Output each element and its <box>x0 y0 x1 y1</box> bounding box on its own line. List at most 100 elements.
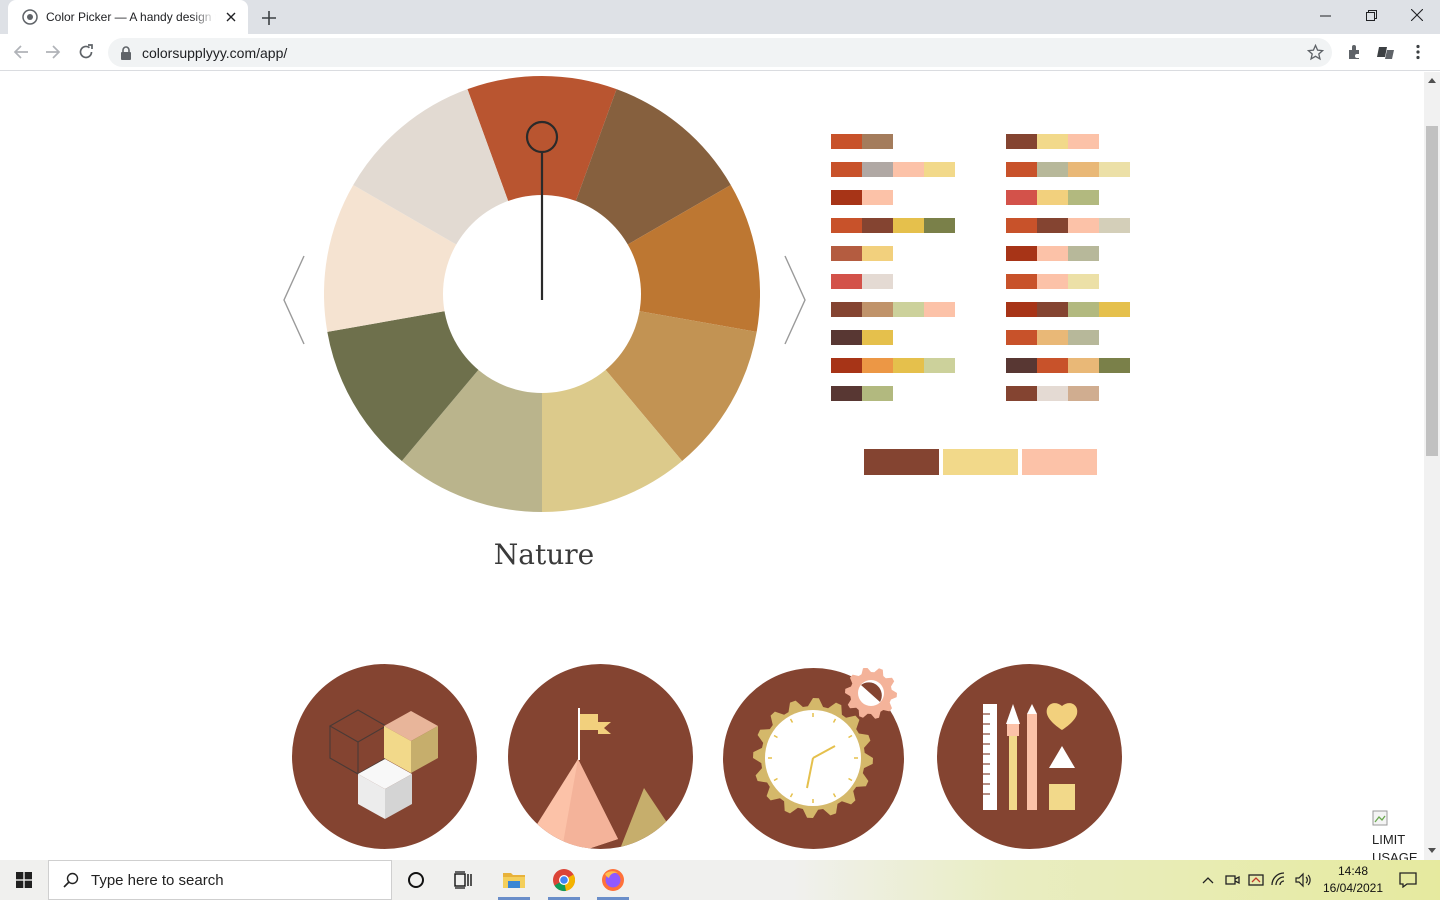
palette-swatch <box>862 274 893 289</box>
palette-swatch <box>862 358 893 373</box>
palette-row[interactable] <box>1006 386 1099 401</box>
extensions-icon[interactable] <box>1344 42 1364 62</box>
palette-swatch <box>1006 274 1037 289</box>
lock-icon <box>121 45 131 60</box>
palette-row[interactable] <box>831 358 955 373</box>
previous-theme-icon[interactable] <box>282 254 312 346</box>
palette-swatch <box>862 134 893 149</box>
palette-swatch <box>1068 190 1099 205</box>
file-explorer-icon[interactable] <box>490 860 538 900</box>
palette-swatch <box>831 386 862 401</box>
palette-swatch <box>862 330 893 345</box>
palette-swatch <box>862 302 893 317</box>
taskbar-clock[interactable]: 14:48 16/04/2021 <box>1318 863 1388 897</box>
palette-row[interactable] <box>831 134 893 149</box>
bookmark-star-icon[interactable] <box>1307 44 1324 61</box>
new-tab-button[interactable] <box>258 7 280 29</box>
volume-icon[interactable] <box>1294 870 1314 890</box>
clock-illustration <box>723 667 904 849</box>
taskbar-search-box[interactable]: Type here to search <box>48 860 392 900</box>
scrollbar-thumb[interactable] <box>1426 126 1438 456</box>
palette-row[interactable] <box>831 386 893 401</box>
next-theme-icon[interactable] <box>783 254 813 346</box>
palette-row[interactable] <box>1006 330 1099 345</box>
palette-row[interactable] <box>831 274 893 289</box>
url-text: colorsupplyyy.com/app/ <box>142 44 288 61</box>
cortana-icon[interactable] <box>392 860 440 900</box>
palette-swatch <box>1068 330 1099 345</box>
palette-swatch <box>1006 330 1037 345</box>
clock-time: 14:48 <box>1337 864 1369 878</box>
forward-icon[interactable] <box>40 39 66 65</box>
minimize-icon[interactable] <box>1302 0 1348 30</box>
palette-swatch <box>1037 330 1068 345</box>
palette-swatch <box>1006 162 1037 177</box>
palette-swatch <box>1099 358 1130 373</box>
palette-swatch <box>1068 134 1099 149</box>
chrome-icon[interactable] <box>540 860 588 900</box>
palette-row[interactable] <box>831 302 955 317</box>
wifi-icon[interactable] <box>1270 870 1290 890</box>
back-icon[interactable] <box>8 39 34 65</box>
palette-swatch <box>831 330 862 345</box>
palette-row[interactable] <box>1006 246 1099 261</box>
palette-swatch <box>924 358 955 373</box>
restore-icon[interactable] <box>1348 0 1394 30</box>
close-tab-icon[interactable] <box>222 8 240 26</box>
windows-taskbar: Type here to search 14:48 16/04/2021 <box>0 860 1440 900</box>
extension-icon[interactable] <box>1376 42 1396 62</box>
palette-row[interactable] <box>1006 274 1099 289</box>
palette-swatch <box>1006 134 1037 149</box>
palette-row[interactable] <box>1006 190 1099 205</box>
palette-row[interactable] <box>1006 218 1130 233</box>
task-view-icon[interactable] <box>440 860 488 900</box>
palette-swatch <box>1068 386 1099 401</box>
mountain-illustration <box>508 664 693 849</box>
theme-name: Nature <box>493 538 595 571</box>
selected-swatch[interactable] <box>864 449 939 475</box>
firefox-icon[interactable] <box>589 860 637 900</box>
palette-swatch <box>924 162 955 177</box>
palette-row[interactable] <box>831 330 893 345</box>
cubes-illustration <box>292 664 477 849</box>
palette-row[interactable] <box>831 162 955 177</box>
reload-icon[interactable] <box>73 39 99 65</box>
address-bar[interactable]: colorsupplyyy.com/app/ <box>108 38 1332 67</box>
palette-swatch <box>893 358 924 373</box>
palette-swatch <box>1037 134 1068 149</box>
palette-swatch <box>924 302 955 317</box>
search-icon <box>63 872 79 888</box>
palette-swatch <box>1037 162 1068 177</box>
browser-tab[interactable]: Color Picker — A handy design tool <box>8 0 248 34</box>
scroll-up-icon[interactable] <box>1428 78 1436 83</box>
palette-row[interactable] <box>831 190 893 205</box>
palette-row[interactable] <box>1006 358 1130 373</box>
page-content: Nature LIMIT USAGE <box>0 72 1424 860</box>
palette-row[interactable] <box>831 218 955 233</box>
security-tray-icon[interactable] <box>1246 870 1266 890</box>
selected-swatch[interactable] <box>1022 449 1097 475</box>
palette-row[interactable] <box>1006 134 1099 149</box>
palette-swatch <box>1068 246 1099 261</box>
color-wheel[interactable] <box>324 76 760 512</box>
meet-now-icon[interactable] <box>1222 870 1242 890</box>
selected-swatch[interactable] <box>943 449 1018 475</box>
palette-swatch <box>1068 302 1099 317</box>
menu-kebab-icon[interactable] <box>1408 42 1428 62</box>
cubes-icon <box>328 709 438 819</box>
notifications-icon[interactable] <box>1398 870 1418 890</box>
palette-row[interactable] <box>1006 162 1130 177</box>
globe-icon <box>22 9 38 25</box>
palette-row[interactable] <box>831 246 893 261</box>
palette-swatch <box>1068 358 1099 373</box>
palette-swatch <box>1099 218 1130 233</box>
palette-swatch <box>1037 386 1068 401</box>
close-window-icon[interactable] <box>1394 0 1440 30</box>
tray-expand-icon[interactable] <box>1198 870 1218 890</box>
page-scrollbar[interactable] <box>1424 72 1440 860</box>
palette-swatch <box>893 302 924 317</box>
windows-start-icon[interactable] <box>0 860 48 900</box>
scroll-down-icon[interactable] <box>1428 848 1436 853</box>
palette-row[interactable] <box>1006 302 1130 317</box>
clock-gear-icon <box>753 667 897 818</box>
